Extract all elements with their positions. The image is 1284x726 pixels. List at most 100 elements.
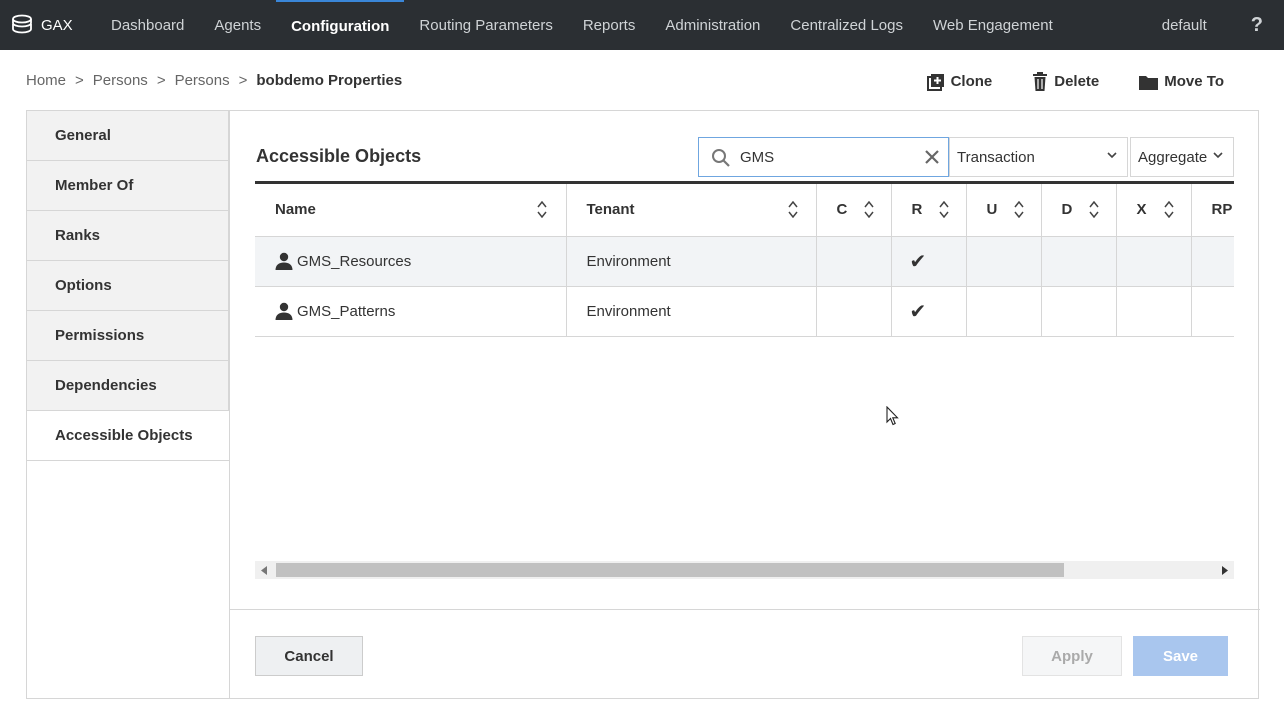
search-input[interactable] [740, 148, 910, 166]
column-header-name[interactable]: Name [255, 184, 567, 237]
breadcrumb-home[interactable]: Home [26, 72, 66, 89]
sort-icon [1163, 201, 1174, 218]
column-header-tenant[interactable]: Tenant [566, 184, 817, 237]
scroll-right-icon[interactable] [1222, 566, 1228, 575]
database-icon [12, 14, 32, 34]
folder-icon [1139, 75, 1159, 90]
content-area: Accessible Objects Transaction Aggregate [229, 111, 1260, 699]
help-icon[interactable]: ? [1251, 14, 1263, 37]
breadcrumb: Home > Persons > Persons > bobdemo Prope… [26, 72, 402, 89]
delete-label: Delete [1054, 73, 1100, 90]
clone-label: Clone [950, 73, 993, 90]
cell-u [966, 236, 1042, 287]
breadcrumb-persons-folder[interactable]: Persons [175, 72, 230, 89]
aggregate-select[interactable]: Aggregate [1130, 137, 1234, 177]
nav-administration[interactable]: Administration [650, 0, 775, 50]
nav-configuration[interactable]: Configuration [276, 0, 405, 50]
toolbar: Clone Delete Move To [887, 72, 1224, 91]
breadcrumb-separator: > [156, 72, 166, 89]
column-header-u[interactable]: U [966, 184, 1042, 237]
cell-u [966, 286, 1042, 337]
column-header-r[interactable]: R [891, 184, 967, 237]
column-header-d[interactable]: D [1041, 184, 1117, 237]
nav-right: default ? [1162, 0, 1284, 50]
cell-tenant: Environment [566, 236, 817, 287]
top-nav-bar: GAX Dashboard Agents Configuration Routi… [0, 0, 1284, 50]
cell-d [1041, 236, 1117, 287]
sort-icon [938, 201, 949, 218]
user-menu[interactable]: default [1162, 17, 1207, 34]
nav-reports[interactable]: Reports [568, 0, 651, 50]
app-name: GAX [41, 16, 73, 34]
table-row[interactable]: GMS_Patterns Environment ✔ [255, 286, 1234, 337]
cancel-button[interactable]: Cancel [255, 636, 363, 676]
objects-table: Name Tenant C R U D X RP GMS_Resources E… [255, 181, 1234, 337]
tab-accessible-objects[interactable]: Accessible Objects [27, 411, 229, 461]
breadcrumb-persons[interactable]: Persons [93, 72, 148, 89]
nav-centralized-logs[interactable]: Centralized Logs [775, 0, 918, 50]
cell-r: ✔ [891, 286, 967, 337]
sort-icon [863, 201, 874, 218]
close-icon[interactable] [924, 149, 940, 165]
type-select-value: Transaction [957, 148, 1035, 166]
scroll-left-icon[interactable] [261, 566, 267, 575]
cell-rp [1191, 236, 1234, 287]
type-select[interactable]: Transaction [949, 137, 1128, 177]
trash-icon [1033, 72, 1048, 91]
cell-d [1041, 286, 1117, 337]
breadcrumb-separator: > [238, 72, 248, 89]
checkmark-icon: ✔ [909, 250, 927, 273]
checkmark-icon: ✔ [909, 300, 927, 323]
person-icon [275, 302, 293, 320]
table-row[interactable]: GMS_Resources Environment ✔ [255, 236, 1234, 287]
column-header-rp[interactable]: RP [1191, 184, 1234, 237]
column-header-x[interactable]: X [1116, 184, 1192, 237]
apply-button[interactable]: Apply [1022, 636, 1122, 676]
clone-button[interactable]: Clone [926, 73, 993, 91]
tab-options[interactable]: Options [27, 261, 229, 311]
mouse-cursor-icon [886, 406, 899, 426]
object-name: GMS_Patterns [297, 302, 396, 320]
aggregate-select-value: Aggregate [1138, 148, 1208, 166]
breadcrumb-separator: > [75, 72, 84, 89]
clone-icon [926, 73, 944, 91]
cell-x [1116, 286, 1192, 337]
cell-r: ✔ [891, 236, 967, 287]
move-to-label: Move To [1164, 73, 1224, 90]
chevron-down-icon [1213, 152, 1223, 159]
sort-icon [1088, 201, 1099, 218]
cell-rp [1191, 286, 1234, 337]
cell-tenant: Environment [566, 286, 817, 337]
cell-name: GMS_Patterns [255, 286, 567, 337]
column-header-c[interactable]: C [816, 184, 892, 237]
nav-web-engagement[interactable]: Web Engagement [918, 0, 1068, 50]
horizontal-scrollbar[interactable] [255, 561, 1234, 579]
breadcrumb-current: bobdemo Properties [256, 72, 403, 89]
sort-icon [537, 201, 547, 218]
cell-c [816, 236, 892, 287]
nav-dashboard[interactable]: Dashboard [96, 0, 199, 50]
cell-c [816, 286, 892, 337]
nav-items: Dashboard Agents Configuration Routing P… [96, 0, 1068, 50]
move-to-button[interactable]: Move To [1139, 73, 1224, 90]
sort-icon [787, 201, 798, 218]
properties-panel: General Member Of Ranks Options Permissi… [26, 110, 1260, 699]
app-logo[interactable]: GAX [0, 0, 96, 50]
chevron-down-icon [1107, 152, 1117, 159]
save-button[interactable]: Save [1133, 636, 1228, 676]
tab-member-of[interactable]: Member Of [27, 161, 229, 211]
nav-routing-parameters[interactable]: Routing Parameters [404, 0, 567, 50]
cell-x [1116, 236, 1192, 287]
section-title: Accessible Objects [256, 146, 422, 166]
nav-agents[interactable]: Agents [199, 0, 276, 50]
tab-ranks[interactable]: Ranks [27, 211, 229, 261]
tab-dependencies[interactable]: Dependencies [27, 361, 229, 411]
search-box[interactable] [698, 137, 949, 177]
scrollbar-thumb[interactable] [276, 563, 1064, 577]
delete-button[interactable]: Delete [1032, 72, 1099, 91]
tab-permissions[interactable]: Permissions [27, 311, 229, 361]
cell-name: GMS_Resources [255, 236, 567, 287]
sort-icon [1013, 201, 1024, 218]
tab-general[interactable]: General [27, 111, 229, 161]
object-name: GMS_Resources [297, 252, 412, 270]
